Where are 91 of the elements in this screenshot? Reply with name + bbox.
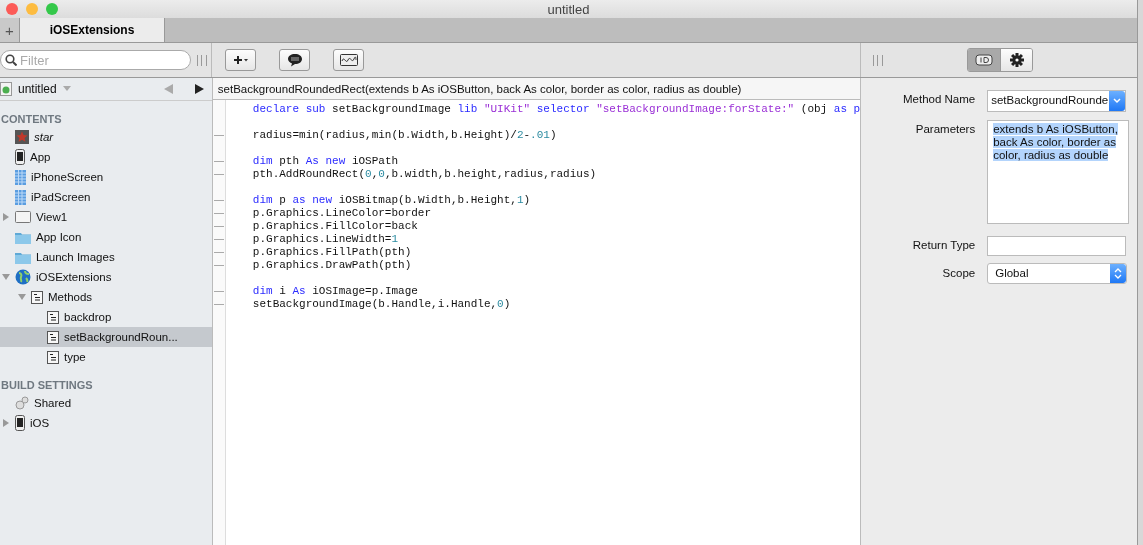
sidebar-item[interactable]: backdrop xyxy=(0,307,212,327)
sidebar-item[interactable]: Methods xyxy=(0,287,212,307)
grid-icon xyxy=(15,169,26,185)
code-line: p.Graphics.FillPath(pth) xyxy=(212,246,861,259)
disclosure-triangle-icon[interactable] xyxy=(2,419,10,427)
field-label: Parameters xyxy=(914,122,976,135)
line-marker xyxy=(213,213,224,214)
line-marker xyxy=(213,265,224,266)
sidebar-item[interactable]: type xyxy=(0,347,212,367)
folder-icon xyxy=(15,250,31,264)
method-icon xyxy=(47,350,59,364)
code-line: dim pth As new iOSPath xyxy=(212,155,861,168)
comment-button[interactable] xyxy=(279,49,310,71)
line-marker xyxy=(213,135,224,136)
back-arrow-icon[interactable] xyxy=(163,84,173,94)
code-line: setBackgroundImage(b.Handle,i.Handle,0) xyxy=(212,298,861,311)
grid-icon xyxy=(15,189,26,205)
new-tab-button[interactable]: + xyxy=(0,18,20,42)
dropdown-caret-icon[interactable] xyxy=(62,86,71,92)
code-line: declare sub setBackgroundImage lib "UIKit" selector "setBackgroundImage:forState:" (obj as p xyxy=(251,103,861,116)
sidebar-item[interactable]: iOSExtensions xyxy=(0,267,212,287)
code-line: pth.AddRoundRect(0,0,b.width,b.height,radius,radius) xyxy=(212,168,861,181)
sidebar-item[interactable]: star xyxy=(0,127,212,147)
star-picture-icon xyxy=(15,130,29,144)
field-label: Return Type xyxy=(911,238,976,251)
inspector-mode-button[interactable] xyxy=(1000,49,1032,71)
sidebar-item[interactable]: View1 xyxy=(0,207,212,227)
code-line: dim p as new iOSBitmap(b.Width,b.Height,1) xyxy=(212,194,861,207)
field-label: Method Name xyxy=(901,92,976,105)
line-marker xyxy=(213,161,224,162)
shared-settings-icon xyxy=(15,396,29,410)
line-marker xyxy=(213,226,224,227)
parameters-field[interactable]: extends b As iOSButton, back As color, border as color, radius as double xyxy=(987,120,1130,224)
sidebar-item[interactable]: iOS xyxy=(0,413,212,433)
project-selector[interactable]: untitled xyxy=(18,82,57,96)
phone-icon xyxy=(15,415,25,431)
waveform-icon xyxy=(339,54,358,66)
zoom-button[interactable] xyxy=(46,3,58,15)
sidebar-item[interactable]: iPadScreen xyxy=(0,187,212,207)
sidebar-item[interactable]: App xyxy=(0,147,212,167)
scope-popup[interactable]: Global xyxy=(987,263,1128,284)
code-line: p.Graphics.LineWidth=1 xyxy=(212,233,861,246)
plus-caret-icon xyxy=(232,55,249,65)
sidebar-item[interactable]: App Icon xyxy=(0,227,212,247)
disclosure-triangle-icon[interactable] xyxy=(2,213,10,221)
search-icon xyxy=(5,54,17,66)
debug-button[interactable] xyxy=(333,49,364,71)
disclosure-triangle-icon[interactable] xyxy=(2,273,10,281)
globe-icon xyxy=(15,269,31,285)
method-name-combo[interactable]: setBackgroundRounde xyxy=(987,90,1127,112)
up-down-arrows-icon xyxy=(1114,268,1123,279)
code-line: p.Graphics.FillColor=back xyxy=(212,220,861,233)
window-title: untitled xyxy=(547,1,590,17)
code-line: p.Graphics.LineColor=border xyxy=(212,207,861,220)
sidebar-item[interactable]: Shared xyxy=(0,393,212,413)
speech-bubble-icon xyxy=(286,53,303,67)
code-line: dim i As iOSImage=p.Image xyxy=(212,285,861,298)
settings-icon xyxy=(1009,53,1024,67)
line-marker xyxy=(213,252,224,253)
section-header: BUILD SETTINGS xyxy=(0,378,94,393)
forward-arrow-icon[interactable] xyxy=(194,84,204,94)
code-line: p.Graphics.DrawPath(pth) xyxy=(212,259,861,272)
sidebar-item[interactable]: iPhoneScreen xyxy=(0,167,212,187)
sidebar-item[interactable]: setBackgroundRoun... xyxy=(0,327,212,347)
filter-field[interactable]: Filter xyxy=(0,50,191,70)
splitter-grip[interactable] xyxy=(197,54,207,66)
line-marker xyxy=(213,174,224,175)
method-signature: setBackgroundRoundedRect(extends b As iOSButton, back As color, border as color, radius as double) xyxy=(212,78,861,100)
minimize-button[interactable] xyxy=(26,3,38,15)
chevron-icon xyxy=(1113,98,1122,104)
method-icon xyxy=(31,290,43,304)
add-menu-button[interactable] xyxy=(225,49,256,71)
id-card-icon xyxy=(975,54,993,66)
method-icon xyxy=(47,310,59,324)
line-marker xyxy=(213,239,224,240)
return-type-field[interactable] xyxy=(987,236,1127,256)
close-button[interactable] xyxy=(6,3,18,15)
folder-icon xyxy=(15,230,31,244)
section-header: CONTENTS xyxy=(0,112,63,127)
method-icon xyxy=(47,330,59,344)
field-label: Scope xyxy=(941,266,976,279)
sidebar-item[interactable]: Launch Images xyxy=(0,247,212,267)
window-icon xyxy=(15,211,31,223)
code-line: radius=min(radius,min(b.Width,b.Height)/2-.01) xyxy=(212,129,861,142)
splitter-grip[interactable] xyxy=(873,54,883,66)
line-marker xyxy=(213,200,224,201)
tab[interactable]: iOSExtensions xyxy=(20,18,165,42)
phone-icon xyxy=(15,149,25,165)
line-marker xyxy=(213,291,224,292)
line-marker xyxy=(213,304,224,305)
disclosure-triangle-icon[interactable] xyxy=(18,293,26,301)
